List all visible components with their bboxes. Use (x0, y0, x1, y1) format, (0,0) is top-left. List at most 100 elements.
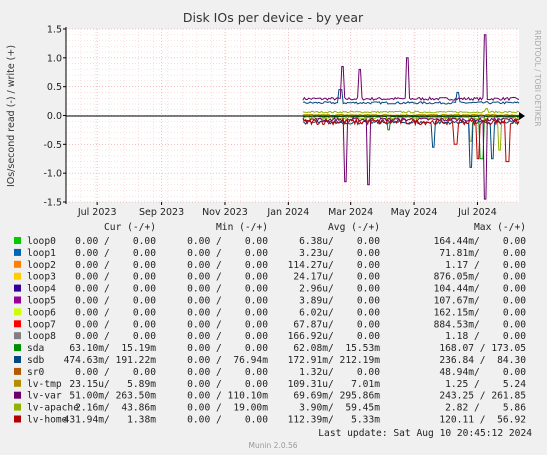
legend-value-max: 1.25 / 5.24 (445, 379, 526, 390)
legend-value-max: 243.25 / 261.85 (439, 391, 526, 402)
legend-header-max: Max (-/+) (474, 222, 526, 233)
legend-value-cur: 0.00 / 0.00 (75, 260, 156, 271)
legend-value-min: 0.00 / 0.00 (187, 415, 268, 426)
legend-value-avg: 24.17u/ 0.00 (293, 272, 380, 283)
legend-value-avg: 6.02u/ 0.00 (299, 307, 380, 318)
legend-label: loop5 (27, 296, 56, 307)
legend-value-avg: 1.32u/ 0.00 (299, 367, 380, 378)
legend-label: loop7 (27, 319, 56, 330)
legend: Cur (-/+) Min (-/+) Avg (-/+) Max (-/+) loop… (14, 222, 526, 426)
legend-value-avg: 109.31u/ 7.01m (288, 379, 381, 390)
y-tick-label: 0.0 (47, 111, 62, 122)
x-tick-label: Jul 2023 (77, 207, 117, 218)
legend-value-min: 0.00 / 0.00 (187, 236, 268, 247)
legend-value-avg: 3.90m/ 59.45m (299, 403, 380, 414)
legend-value-min: 0.00 / 0.00 (187, 379, 268, 390)
y-tick-label: 1.5 (47, 25, 62, 36)
legend-swatch (14, 296, 21, 304)
legend-value-avg: 69.69m/ 295.86m (293, 391, 380, 402)
legend-value-avg: 2.96u/ 0.00 (299, 284, 380, 295)
y-tick-label: -0.5 (43, 140, 62, 151)
legend-swatch (14, 379, 21, 387)
legend-value-avg: 3.89u/ 0.00 (299, 296, 380, 307)
side-text: RRDTOOL / TOBI OETIKER (533, 30, 542, 127)
legend-value-avg: 166.92u/ 0.00 (288, 331, 381, 342)
legend-header-avg: Avg (-/+) (328, 222, 380, 233)
legend-value-cur: 51.00m/ 263.50m (69, 391, 156, 402)
disk-io-chart: Disk IOs per device - by year RRDTOOL / … (6, 10, 542, 450)
legend-value-max: 2.82 / 5.86 (445, 403, 526, 414)
legend-value-cur: 431.94m/ 1.38m (64, 415, 157, 426)
y-tick-label: -1.5 (43, 198, 62, 209)
x-tick-label: Jul 2024 (457, 207, 497, 218)
legend-label: lv-tmp (27, 379, 62, 390)
footer: Munin 2.0.56 (248, 441, 297, 450)
legend-value-max: 107.67m/ 0.00 (434, 296, 527, 307)
legend-value-min: 0.00 / 0.00 (187, 319, 268, 330)
legend-value-cur: 474.63m/ 191.22m (64, 355, 157, 366)
legend-value-min: 0.00 / 19.00m (187, 403, 268, 414)
x-axis-ticks: Jul 2023 Sep 2023 Nov 2023 Jan 2024 Mar 2024… (77, 202, 497, 218)
legend-value-max: 164.44m/ 0.00 (434, 236, 527, 247)
legend-value-max: 104.44m/ 0.00 (434, 284, 527, 295)
legend-label: lv-home (27, 415, 68, 426)
y-tick-label: -1.0 (43, 169, 62, 180)
legend-value-cur: 0.00 / 0.00 (75, 331, 156, 342)
legend-swatch (14, 344, 21, 352)
legend-value-max: 120.11 / 56.92 (439, 415, 526, 426)
legend-swatch (14, 356, 21, 363)
chart-title: Disk IOs per device - by year (183, 10, 364, 25)
legend-swatch (14, 391, 21, 399)
legend-value-cur: 2.16m/ 43.86m (75, 403, 156, 414)
legend-swatch (14, 320, 21, 328)
legend-value-min: 0.00 / 0.00 (187, 284, 268, 295)
legend-label: loop2 (27, 260, 56, 271)
legend-swatch (14, 284, 21, 292)
legend-value-cur: 0.00 / 0.00 (75, 307, 156, 318)
legend-value-max: 876.05m/ 0.00 (434, 272, 527, 283)
legend-value-cur: 23.15u/ 5.89m (69, 379, 156, 390)
x-tick-label: Nov 2023 (202, 207, 248, 218)
legend-value-cur: 0.00 / 0.00 (75, 248, 156, 259)
legend-label: sda (27, 343, 44, 354)
legend-header-min: Min (-/+) (216, 222, 268, 233)
y-tick-label: 0.5 (47, 82, 62, 93)
legend-value-cur: 63.10m/ 15.19m (69, 343, 156, 354)
x-axis-arrow (519, 112, 525, 120)
legend-value-avg: 3.23u/ 0.00 (299, 248, 380, 259)
legend-value-min: 0.00 / 0.00 (187, 272, 268, 283)
x-tick-label: May 2024 (391, 207, 438, 218)
legend-value-max: 71.81m/ 0.00 (439, 248, 526, 259)
legend-value-cur: 0.00 / 0.00 (75, 296, 156, 307)
legend-value-min: 0.00 / 110.10m (187, 391, 268, 402)
legend-label: loop3 (27, 272, 56, 283)
legend-value-avg: 62.08m/ 15.53m (293, 343, 380, 354)
legend-value-cur: 0.00 / 0.00 (75, 284, 156, 295)
legend-header-cur: Cur (-/+) (104, 222, 156, 233)
legend-swatch (14, 403, 21, 411)
legend-swatch (14, 367, 21, 375)
legend-swatch (14, 260, 21, 268)
legend-value-avg: 112.39m/ 5.33m (288, 415, 381, 426)
y-axis-label: IOs/second read (-) / write (+) (6, 45, 17, 187)
legend-value-avg: 67.87u/ 0.00 (293, 319, 380, 330)
legend-label: sdb (27, 355, 45, 366)
legend-label: lv-apache (27, 403, 79, 414)
legend-swatch (14, 415, 21, 423)
legend-value-min: 0.00 / 0.00 (187, 343, 268, 354)
legend-label: loop8 (27, 331, 56, 342)
legend-value-cur: 0.00 / 0.00 (75, 367, 156, 378)
legend-label: sr0 (27, 367, 45, 378)
x-tick-label: Mar 2024 (328, 207, 373, 218)
legend-value-min: 0.00 / 0.00 (187, 296, 268, 307)
legend-swatch (14, 248, 21, 256)
legend-value-min: 0.00 / 0.00 (187, 307, 268, 318)
legend-swatch (14, 272, 21, 280)
legend-label: loop4 (27, 284, 56, 295)
legend-value-min: 0.00 / 0.00 (187, 331, 268, 342)
legend-value-avg: 6.38u/ 0.00 (299, 236, 380, 247)
legend-value-avg: 172.91m/ 212.19m (288, 355, 381, 366)
legend-label: loop1 (27, 248, 56, 259)
legend-label: lv-var (27, 391, 62, 402)
last-update: Last update: Sat Aug 10 20:45:12 2024 (318, 428, 532, 439)
